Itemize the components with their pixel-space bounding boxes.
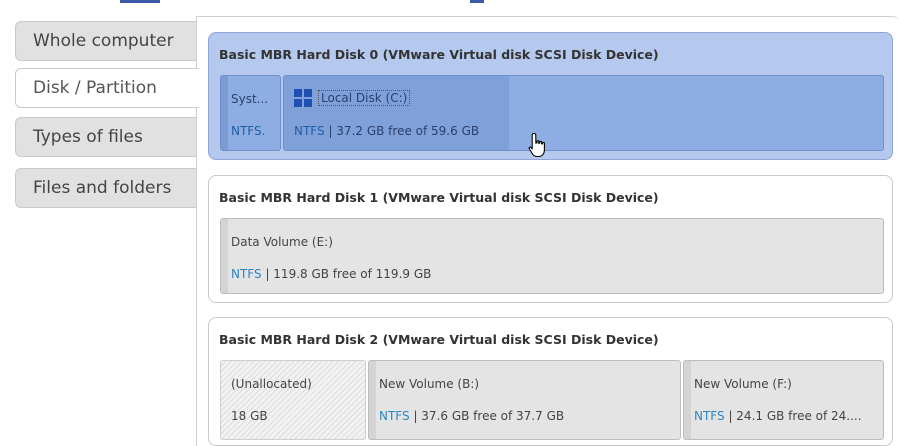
partition-local-disk-c[interactable]: Local Disk (C:) NTFS | 37.2 GB free of 5…	[283, 75, 884, 151]
fs-link[interactable]: NTFS	[379, 409, 410, 423]
partition-name: New Volume (F:)	[694, 377, 792, 391]
partition-info: NTFS.	[231, 124, 265, 138]
tab-types-of-files[interactable]: Types of files	[15, 117, 196, 157]
fs-link[interactable]: NTFS.	[231, 124, 265, 138]
disk-2-card[interactable]: Basic MBR Hard Disk 2 (VMware Virtual di…	[208, 317, 893, 446]
partition-accent	[221, 219, 228, 293]
partition-size: 18 GB	[231, 409, 268, 423]
tab-whole-computer[interactable]: Whole computer	[15, 21, 196, 61]
disk-0-card[interactable]: Basic MBR Hard Disk 0 (VMware Virtual di…	[208, 32, 893, 160]
fs-link[interactable]: NTFS	[294, 124, 325, 138]
partition-name: (Unallocated)	[231, 377, 312, 391]
disk-1-title: Basic MBR Hard Disk 1 (VMware Virtual di…	[219, 190, 659, 205]
partition-accent	[369, 361, 376, 439]
partition-data-volume-e[interactable]: Data Volume (E:) NTFS | 119.8 GB free of…	[220, 218, 884, 294]
partition-info: NTFS | 37.2 GB free of 59.6 GB	[294, 124, 479, 138]
partition-new-volume-f[interactable]: New Volume (F:) NTFS | 24.1 GB free of 2…	[683, 360, 884, 440]
partition-name: New Volume (B:)	[379, 377, 480, 391]
tab-disk-partition[interactable]: Disk / Partition	[15, 68, 199, 108]
hand-pointer-icon	[528, 132, 545, 158]
disk-0-title: Basic MBR Hard Disk 0 (VMware Virtual di…	[219, 47, 659, 62]
partition-size: | 119.8 GB free of 119.9 GB	[261, 267, 432, 281]
top-fragment	[470, 0, 484, 3]
partition-new-volume-b[interactable]: New Volume (B:) NTFS | 37.6 GB free of 3…	[368, 360, 681, 440]
tab-files-and-folders[interactable]: Files and folders	[15, 168, 196, 208]
fs-link[interactable]: NTFS	[694, 409, 725, 423]
disk-2-title: Basic MBR Hard Disk 2 (VMware Virtual di…	[219, 332, 659, 347]
partition-system[interactable]: Syst... NTFS.	[220, 75, 281, 151]
partition-accent	[221, 76, 228, 150]
top-fragment	[120, 0, 160, 3]
fs-link[interactable]: NTFS	[231, 267, 262, 281]
partition-info: NTFS | 37.6 GB free of 37.7 GB	[379, 409, 564, 423]
partition-info: NTFS | 119.8 GB free of 119.9 GB	[231, 267, 431, 281]
windows-icon	[294, 89, 312, 107]
disk-1-card[interactable]: Basic MBR Hard Disk 1 (VMware Virtual di…	[208, 175, 893, 303]
partition-size: | 24.1 GB free of 24....	[724, 409, 862, 423]
partition-unallocated[interactable]: (Unallocated) 18 GB	[220, 360, 366, 440]
partition-size: | 37.2 GB free of 59.6 GB	[324, 124, 480, 138]
partition-name: Local Disk (C:)	[318, 90, 411, 106]
partition-name: Data Volume (E:)	[231, 235, 333, 249]
partition-usage-fill	[284, 76, 509, 150]
partition-name: Syst...	[231, 92, 269, 106]
partition-info: NTFS | 24.1 GB free of 24....	[694, 409, 862, 423]
partition-size: | 37.6 GB free of 37.7 GB	[409, 409, 565, 423]
partition-accent	[684, 361, 691, 439]
